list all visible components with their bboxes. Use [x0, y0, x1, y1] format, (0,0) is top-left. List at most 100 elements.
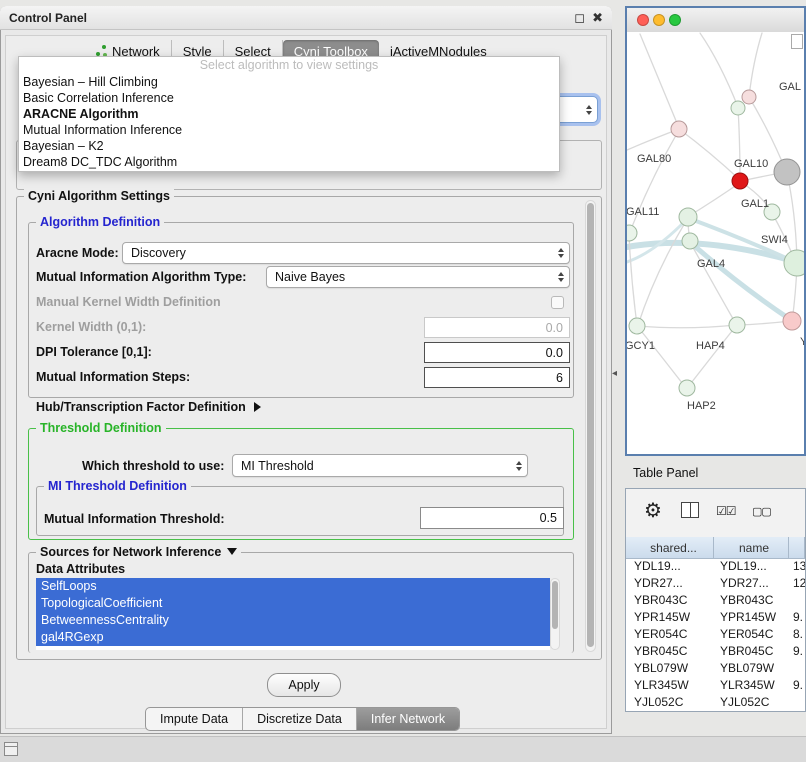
network-node-swi4[interactable] [784, 250, 804, 276]
network-node-hap2[interactable] [679, 380, 695, 396]
unchecked-boxes-icon[interactable]: ▢▢ [752, 505, 771, 518]
table-row[interactable]: YBR045CYBR045C9. [626, 644, 805, 661]
algorithm-option-basic-correlation-inference[interactable]: Basic Correlation Inference [19, 90, 559, 106]
column-header-2[interactable]: name [714, 537, 789, 558]
mi-threshold-field[interactable]: 0.5 [420, 507, 564, 529]
table-cell: 9. [789, 678, 805, 695]
algorithm-option-dream8-dc-tdc-algorithm[interactable]: Dream8 DC_TDC Algorithm [19, 154, 559, 170]
tab-infer-network[interactable]: Infer Network [357, 708, 459, 730]
algorithm-option-aracne-algorithm[interactable]: ARACNE Algorithm [19, 106, 559, 122]
tab-impute-data[interactable]: Impute Data [146, 708, 243, 730]
panel-toggle-icon[interactable] [4, 742, 18, 756]
zoom-traffic-light-icon[interactable] [669, 14, 681, 26]
table-row[interactable]: YDR27...YDR27...12 [626, 576, 805, 593]
network-node-gal1-gray[interactable] [774, 159, 800, 185]
network-node-pink-top-left[interactable] [671, 121, 687, 137]
table-cell: YDR27... [626, 576, 714, 593]
mi-steps-label: Mutual Information Steps: [36, 370, 190, 384]
table-row[interactable]: YBR043CYBR043C [626, 593, 805, 610]
hub-section-toggle[interactable]: Hub/Transcription Factor Definition [36, 400, 261, 414]
network-edge[interactable] [700, 33, 738, 107]
close-traffic-light-icon[interactable] [637, 14, 649, 26]
table-row[interactable]: YBL079WYBL079W [626, 661, 805, 678]
attribute-item-topologicalcoefficient[interactable]: TopologicalCoefficient [36, 595, 550, 612]
table-row[interactable]: YLR345WYLR345W9. [626, 678, 805, 695]
apply-button[interactable]: Apply [267, 673, 341, 697]
table-row[interactable]: YDL19...YDL19...13 [626, 559, 805, 576]
sources-toggle[interactable]: Sources for Network Inference [36, 545, 241, 559]
network-node-label: HAP4 [696, 340, 725, 352]
kernel-width-field[interactable]: 0.0 [424, 317, 570, 338]
cyni-settings-title: Cyni Algorithm Settings [24, 189, 174, 203]
settings-scrollbar[interactable] [585, 200, 596, 652]
network-node-label: GAL1 [741, 198, 769, 210]
aracne-mode-label: Aracne Mode: [36, 246, 119, 260]
table-row[interactable]: YJL052CYJL052C [626, 695, 805, 711]
minimize-traffic-light-icon[interactable] [653, 14, 665, 26]
bottom-tab-bar: Impute DataDiscretize DataInfer Network [145, 707, 460, 731]
network-node-hap4[interactable] [729, 317, 745, 333]
splitter-collapse-arrow[interactable]: ◂ [612, 368, 617, 379]
tab-discretize-data[interactable]: Discretize Data [243, 708, 357, 730]
window-title: Control Panel [9, 11, 87, 25]
attribute-item-gal4rgexp[interactable]: gal4RGexp [36, 629, 550, 646]
table-cell: 9. [789, 644, 805, 661]
mi-steps-field[interactable]: 6 [424, 367, 570, 388]
which-threshold-select[interactable]: MI Threshold [232, 454, 528, 477]
mi-type-select[interactable]: Naive Bayes [266, 266, 570, 288]
network-node-green-left-mid[interactable] [627, 225, 637, 241]
dpi-tolerance-field[interactable]: 0.0 [424, 342, 570, 363]
attribute-item-selfloops[interactable]: SelfLoops [36, 578, 550, 595]
attributes-scrollbar[interactable] [550, 578, 560, 650]
network-node-gal11[interactable] [679, 208, 697, 226]
aracne-mode-select[interactable]: Discovery [122, 242, 570, 264]
mi-threshold-label: Mutual Information Threshold: [44, 512, 225, 526]
algorithm-definition-title: Algorithm Definition [36, 215, 164, 229]
network-canvas[interactable]: GAL80GALGAL10GAL1GAL11SWI4GAL4GCY1HAP4HA… [627, 32, 804, 454]
network-node-gal10[interactable] [732, 173, 748, 189]
table-row[interactable]: YPR145WYPR145W9. [626, 610, 805, 627]
sources-label: Sources for Network Inference [40, 545, 221, 559]
network-edge[interactable] [679, 129, 740, 180]
settings-scrollbar-thumb[interactable] [587, 203, 594, 647]
manual-kernel-checkbox[interactable] [551, 296, 564, 309]
network-scroll-corner [791, 34, 803, 49]
column-header-1[interactable]: shared... [626, 537, 714, 558]
network-edge[interactable] [688, 326, 736, 387]
control-panel-titlebar[interactable]: Control Panel ◻ ✖ [0, 6, 612, 30]
checked-boxes-icon[interactable]: ☑☑ [716, 504, 736, 518]
gear-icon[interactable]: ⚙ [644, 498, 662, 523]
algorithm-option-bayesian-k2[interactable]: Bayesian – K2 [19, 138, 559, 154]
table-cell: YBR043C [626, 593, 714, 610]
mi-threshold-value: 0.5 [540, 511, 557, 525]
network-edge[interactable] [787, 173, 797, 262]
data-attributes-label: Data Attributes [36, 562, 125, 576]
which-threshold-label: Which threshold to use: [82, 459, 224, 473]
close-window-icon[interactable]: ✖ [592, 10, 603, 26]
network-edge[interactable] [640, 34, 679, 128]
network-node-pink-right[interactable] [783, 312, 801, 330]
network-node-gal4[interactable] [682, 233, 698, 249]
columns-icon[interactable] [681, 502, 699, 518]
network-node-green-top[interactable] [731, 101, 745, 115]
column-header-3[interactable] [789, 537, 805, 558]
table-row[interactable]: YER054CYER054C8. [626, 627, 805, 644]
table-cell: YJL052C [714, 695, 789, 711]
float-window-icon[interactable]: ◻ [574, 10, 585, 26]
algorithm-option-bayesian-hill-climbing[interactable]: Bayesian – Hill Climbing [19, 74, 559, 90]
network-window-titlebar[interactable] [627, 8, 804, 33]
network-edge[interactable] [689, 182, 741, 216]
network-node-pink-top[interactable] [742, 90, 756, 104]
combo-stepper-icon [586, 105, 592, 115]
network-edge[interactable] [690, 242, 736, 324]
network-edge[interactable] [638, 327, 686, 388]
network-edge[interactable] [638, 218, 688, 325]
attribute-item-betweennesscentrality[interactable]: BetweennessCentrality [36, 612, 550, 629]
network-edge[interactable] [638, 325, 736, 328]
network-edge[interactable] [749, 33, 762, 97]
attributes-scrollbar-thumb[interactable] [552, 581, 558, 629]
algorithm-option-mutual-information-inference[interactable]: Mutual Information Inference [19, 122, 559, 138]
table-cell: YBL079W [626, 661, 714, 678]
network-node-gcy1[interactable] [629, 318, 645, 334]
table-cell: 12 [789, 576, 805, 593]
